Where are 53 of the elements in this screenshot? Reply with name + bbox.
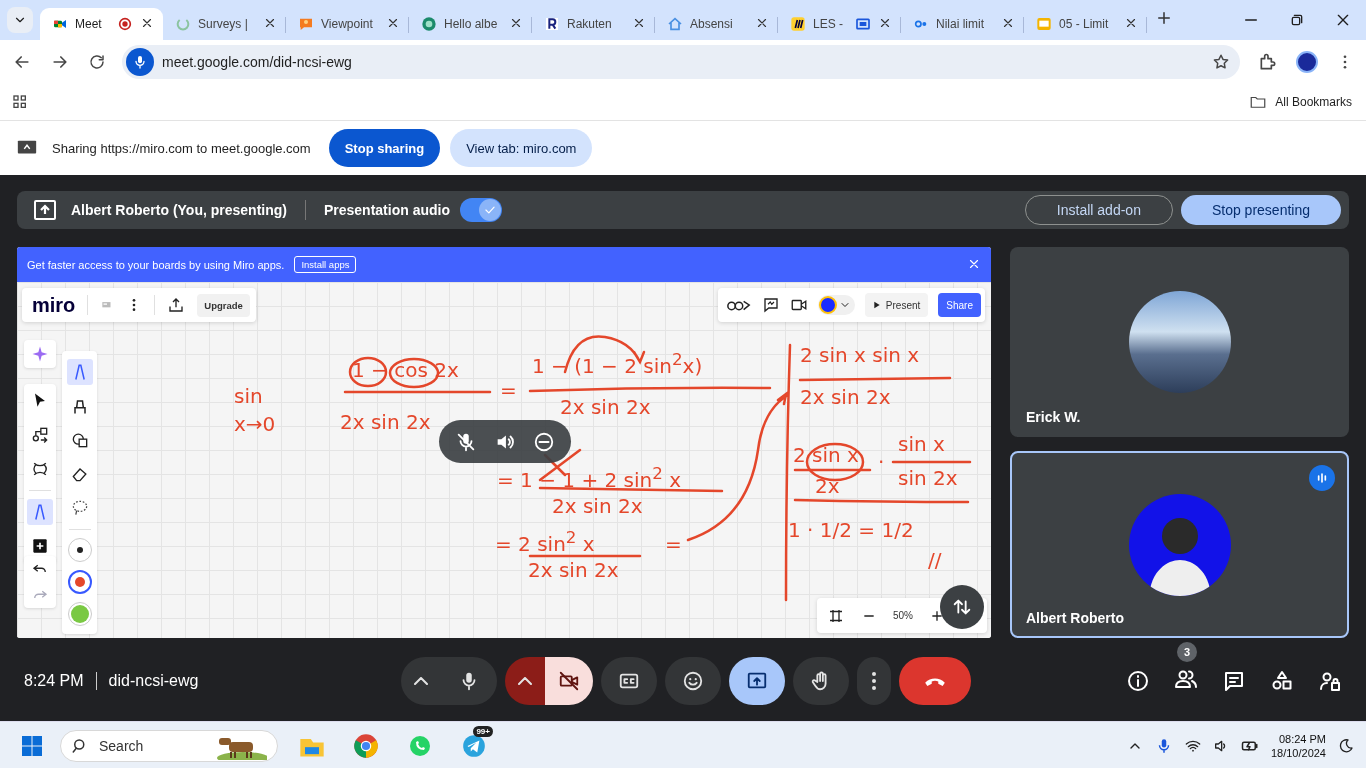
handwritten-math: sin x <box>898 432 945 456</box>
address-field[interactable]: meet.google.com/did-ncsi-ewg <box>122 45 1240 79</box>
handwritten-math: 2x sin 2x <box>528 558 619 582</box>
miro-logo: miro <box>32 293 76 317</box>
share-button[interactable]: Share <box>938 293 981 317</box>
browser-tab[interactable]: Rakuten <box>532 8 655 40</box>
all-bookmarks-button[interactable]: All Bookmarks <box>1249 92 1354 111</box>
handwritten-math: 2x sin 2x <box>340 410 431 434</box>
handwritten-math: x→0 <box>234 412 276 436</box>
browser-tab[interactable]: Nilai limit <box>901 8 1024 40</box>
presentation-audio-label: Presentation audio <box>323 202 450 218</box>
handwritten-math: = <box>500 378 517 402</box>
url-text: meet.google.com/did-ncsi-ewg <box>162 54 353 70</box>
stop-sharing-button[interactable]: Stop sharing <box>328 129 441 167</box>
stop-presenting-button[interactable]: Stop presenting <box>1180 195 1341 225</box>
handwritten-math: 2 sin x sin x <box>800 343 920 367</box>
browser-tab[interactable]: Absensi <box>655 8 778 40</box>
view-tab-button[interactable]: View tab: miro.com <box>450 129 593 167</box>
banner-message: Get faster access to your boards by using Miro apps. <box>27 258 285 271</box>
handwritten-math: 2x sin 2x <box>560 395 651 419</box>
handwritten-math: 1 − (1 − 2 sin$^{2}$x) <box>532 350 703 378</box>
handwritten-math: 2x sin 2x <box>800 385 891 409</box>
meeting-time: 8:24 PM <box>23 672 84 690</box>
zoom-level: 50% <box>893 610 913 621</box>
notification-badge: 99+ <box>473 725 493 737</box>
present-button[interactable]: Present <box>864 293 929 317</box>
handwritten-math: 2x <box>815 474 840 498</box>
upgrade-button[interactable]: Upgrade <box>197 293 250 317</box>
system-clock[interactable]: 08:24 PM 18/10/2024 <box>1270 732 1326 759</box>
browser-tab[interactable]: Surveys | <box>163 8 286 40</box>
meeting-code: did-ncsi-ewg <box>108 672 199 690</box>
handwritten-math: sin <box>234 384 263 408</box>
handwritten-math: // <box>928 548 942 572</box>
handwritten-math: 2x sin 2x <box>552 494 643 518</box>
search-field[interactable]: Search <box>60 729 278 762</box>
handwritten-math: 2 sin x <box>793 443 859 467</box>
handwritten-math: = <box>665 532 682 556</box>
participant-name: Albert Roberto <box>1026 610 1124 626</box>
handwritten-math: sin 2x <box>898 466 958 490</box>
handwritten-math: = 1 − 1 + 2 sin$^{2}$ x <box>497 464 682 492</box>
browser-tab[interactable]: 05 - Limit <box>1024 8 1147 40</box>
browser-tab[interactable]: Hello albe <box>409 8 532 40</box>
participant-name: Erick W. <box>1026 409 1081 425</box>
handwritten-math: · <box>878 450 885 474</box>
browser-tab[interactable]: Meet <box>40 8 163 40</box>
presenter-name: Albert Roberto (You, presenting) <box>71 202 287 218</box>
sharing-message: Sharing https://miro.com to meet.google.com <box>52 140 311 156</box>
handwritten-math: = 2 sin$^{2}$ x <box>495 528 595 556</box>
participant-count: 3 <box>1177 642 1197 662</box>
browser-tab[interactable]: LES - <box>778 8 901 40</box>
handwritten-math: 1 · 1/2 = 1/2 <box>788 518 914 542</box>
browser-tab[interactable]: Viewpoint <box>286 8 409 40</box>
install-apps-button[interactable]: Install apps <box>294 256 357 273</box>
